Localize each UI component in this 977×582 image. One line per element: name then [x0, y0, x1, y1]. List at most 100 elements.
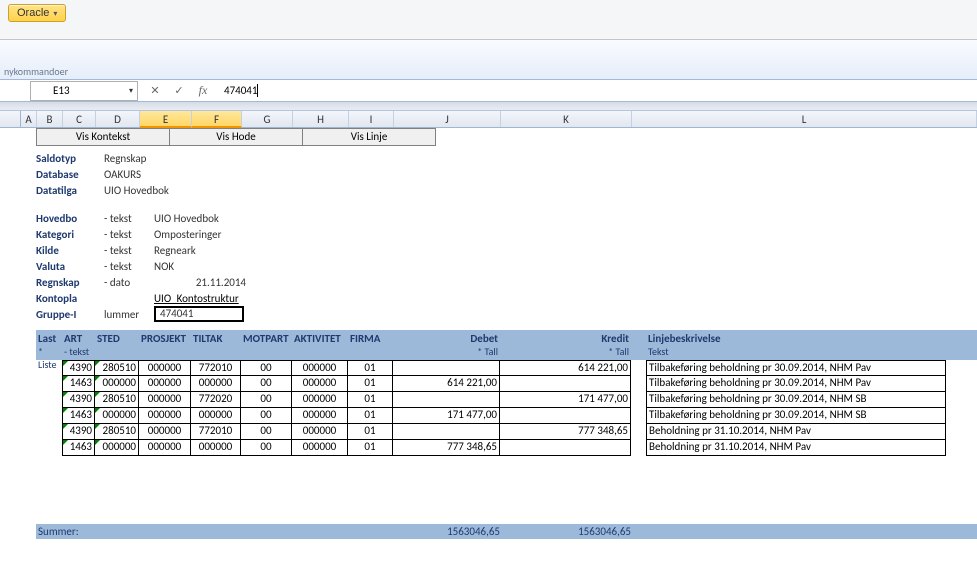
col-header-k[interactable]: K	[501, 111, 632, 127]
cell-firma[interactable]: 01	[348, 360, 393, 376]
cell-motpart[interactable]: 00	[241, 376, 292, 392]
col-header-j[interactable]: J	[394, 111, 501, 127]
cell-kredit[interactable]	[500, 408, 631, 424]
cell-linje[interactable]: Beholdning pr 31.10.2014, NHM Pav	[646, 440, 946, 456]
cell-tiltak[interactable]: 772010	[191, 424, 241, 440]
cell-firma[interactable]: 01	[348, 424, 393, 440]
cell-kredit[interactable]	[500, 440, 631, 456]
cell-art[interactable]: 1463	[62, 408, 95, 424]
th-debet: Debet* Tall	[393, 332, 500, 358]
cell-kredit[interactable]: 614 221,00	[500, 360, 631, 376]
cell-firma[interactable]: 01	[348, 376, 393, 392]
summer-label: Summer:	[36, 525, 393, 538]
cell-aktivitet[interactable]: 000000	[292, 376, 348, 392]
col-header-l[interactable]: L	[632, 111, 977, 127]
summer-debet: 1563046,65	[393, 525, 500, 538]
formula-input-wrap[interactable]: 474041	[220, 84, 977, 98]
cell-linje[interactable]: Tilbakeføring beholdning pr 30.09.2014, …	[646, 376, 946, 392]
top-buttons: Vis Kontekst Vis Hode Vis Linje	[36, 128, 436, 146]
cell-linje[interactable]: Beholdning pr 31.10.2014, NHM Pav	[646, 424, 946, 440]
cell-debet[interactable]: 614 221,00	[393, 376, 500, 392]
cell-debet[interactable]	[393, 424, 500, 440]
cell-motpart[interactable]: 00	[241, 408, 292, 424]
cancel-icon[interactable]: ✕	[146, 82, 164, 100]
cell-aktivitet[interactable]: 000000	[292, 424, 348, 440]
cell-prosjekt[interactable]: 000000	[139, 392, 191, 408]
cell-motpart[interactable]: 00	[241, 392, 292, 408]
cell-linje[interactable]: Tilbakeføring beholdning pr 30.09.2014, …	[646, 408, 946, 424]
cell-linje[interactable]: Tilbakeføring beholdning pr 30.09.2014, …	[646, 392, 946, 408]
cell-art[interactable]: 4390	[62, 424, 95, 440]
cell-art[interactable]: 4390	[62, 392, 95, 408]
col-header-a[interactable]: A	[21, 111, 37, 127]
cell-linje[interactable]: Tilbakeføring beholdning pr 30.09.2014, …	[646, 360, 946, 376]
cell-prosjekt[interactable]: 000000	[139, 376, 191, 392]
cell-tiltak[interactable]: 772010	[191, 360, 241, 376]
cell-debet[interactable]	[393, 392, 500, 408]
cell-aktivitet[interactable]: 000000	[292, 440, 348, 456]
cell-tiltak[interactable]: 772020	[191, 392, 241, 408]
vis-kontekst-button[interactable]: Vis Kontekst	[37, 129, 170, 145]
vis-linje-button[interactable]: Vis Linje	[303, 129, 435, 145]
database-label: Database	[36, 168, 104, 181]
kilde-sub: - tekst	[104, 244, 154, 257]
table-header: Last* Liste ART- tekst STED PROSJEKT TIL…	[36, 330, 977, 360]
col-header-i[interactable]: I	[349, 111, 394, 127]
table-body: 43902805100000007720100000000001614 221,…	[36, 360, 977, 456]
col-header-b[interactable]: B	[37, 111, 63, 127]
oracle-menu-button[interactable]: Oracle	[8, 4, 66, 22]
col-header-c[interactable]: C	[63, 111, 96, 127]
cell-art[interactable]: 1463	[62, 440, 95, 456]
cell-motpart[interactable]: 00	[241, 440, 292, 456]
divider	[0, 102, 977, 111]
cell-prosjekt[interactable]: 000000	[139, 424, 191, 440]
metadata-block: SaldotypRegnskap DatabaseOAKURS Datatilg…	[36, 150, 977, 322]
col-header-f[interactable]: F	[192, 111, 242, 128]
name-box[interactable]: E13	[30, 81, 138, 101]
cell-sted[interactable]: 280510	[95, 360, 139, 376]
col-header-h[interactable]: H	[293, 111, 349, 127]
gruppe-value[interactable]: 474041	[154, 306, 244, 322]
cell-debet[interactable]: 777 348,65	[393, 440, 500, 456]
cell-kredit[interactable]: 171 477,00	[500, 392, 631, 408]
kontopla-value[interactable]: UIO_Kontostruktur	[154, 292, 239, 305]
ribbon: Oracle	[0, 0, 977, 40]
cell-art[interactable]: 1463	[62, 376, 95, 392]
cell-motpart[interactable]: 00	[241, 424, 292, 440]
cell-prosjekt[interactable]: 000000	[139, 360, 191, 376]
cell-debet[interactable]	[393, 360, 500, 376]
cell-art[interactable]: 4390	[62, 360, 95, 376]
col-header-d[interactable]: D	[96, 111, 140, 127]
cell-motpart[interactable]: 00	[241, 360, 292, 376]
th-prosjekt: PROSJEKT	[139, 332, 191, 345]
cell-prosjekt[interactable]: 000000	[139, 408, 191, 424]
cell-tiltak[interactable]: 000000	[191, 440, 241, 456]
cell-debet[interactable]: 171 477,00	[393, 408, 500, 424]
fx-icon[interactable]: fx	[194, 82, 212, 100]
th-linjebeskrivelse: LinjebeskrivelseTekst	[646, 332, 946, 358]
col-header-e[interactable]: E	[140, 111, 192, 128]
cell-tiltak[interactable]: 000000	[191, 376, 241, 392]
cell-sted[interactable]: 280510	[95, 392, 139, 408]
cell-sted[interactable]: 000000	[95, 408, 139, 424]
enter-icon[interactable]: ✓	[170, 82, 188, 100]
col-header-g[interactable]: G	[242, 111, 293, 127]
cell-kredit[interactable]: 777 348,65	[500, 424, 631, 440]
cell-sted[interactable]: 280510	[95, 424, 139, 440]
cell-aktivitet[interactable]: 000000	[292, 360, 348, 376]
cell-sted[interactable]: 000000	[95, 440, 139, 456]
vis-hode-button[interactable]: Vis Hode	[170, 129, 303, 145]
cell-tiltak[interactable]: 000000	[191, 408, 241, 424]
select-all-corner[interactable]	[0, 111, 21, 127]
cell-aktivitet[interactable]: 000000	[292, 392, 348, 408]
cell-kredit[interactable]	[500, 376, 631, 392]
cell-firma[interactable]: 01	[348, 408, 393, 424]
cell-firma[interactable]: 01	[348, 392, 393, 408]
cell-firma[interactable]: 01	[348, 440, 393, 456]
cell-prosjekt[interactable]: 000000	[139, 440, 191, 456]
summer-kredit: 1563046,65	[500, 525, 631, 538]
cell-aktivitet[interactable]: 000000	[292, 408, 348, 424]
cell-sted[interactable]: 000000	[95, 376, 139, 392]
datatilga-label: Datatilga	[36, 184, 104, 197]
gruppe-sub: lummer	[104, 308, 154, 321]
